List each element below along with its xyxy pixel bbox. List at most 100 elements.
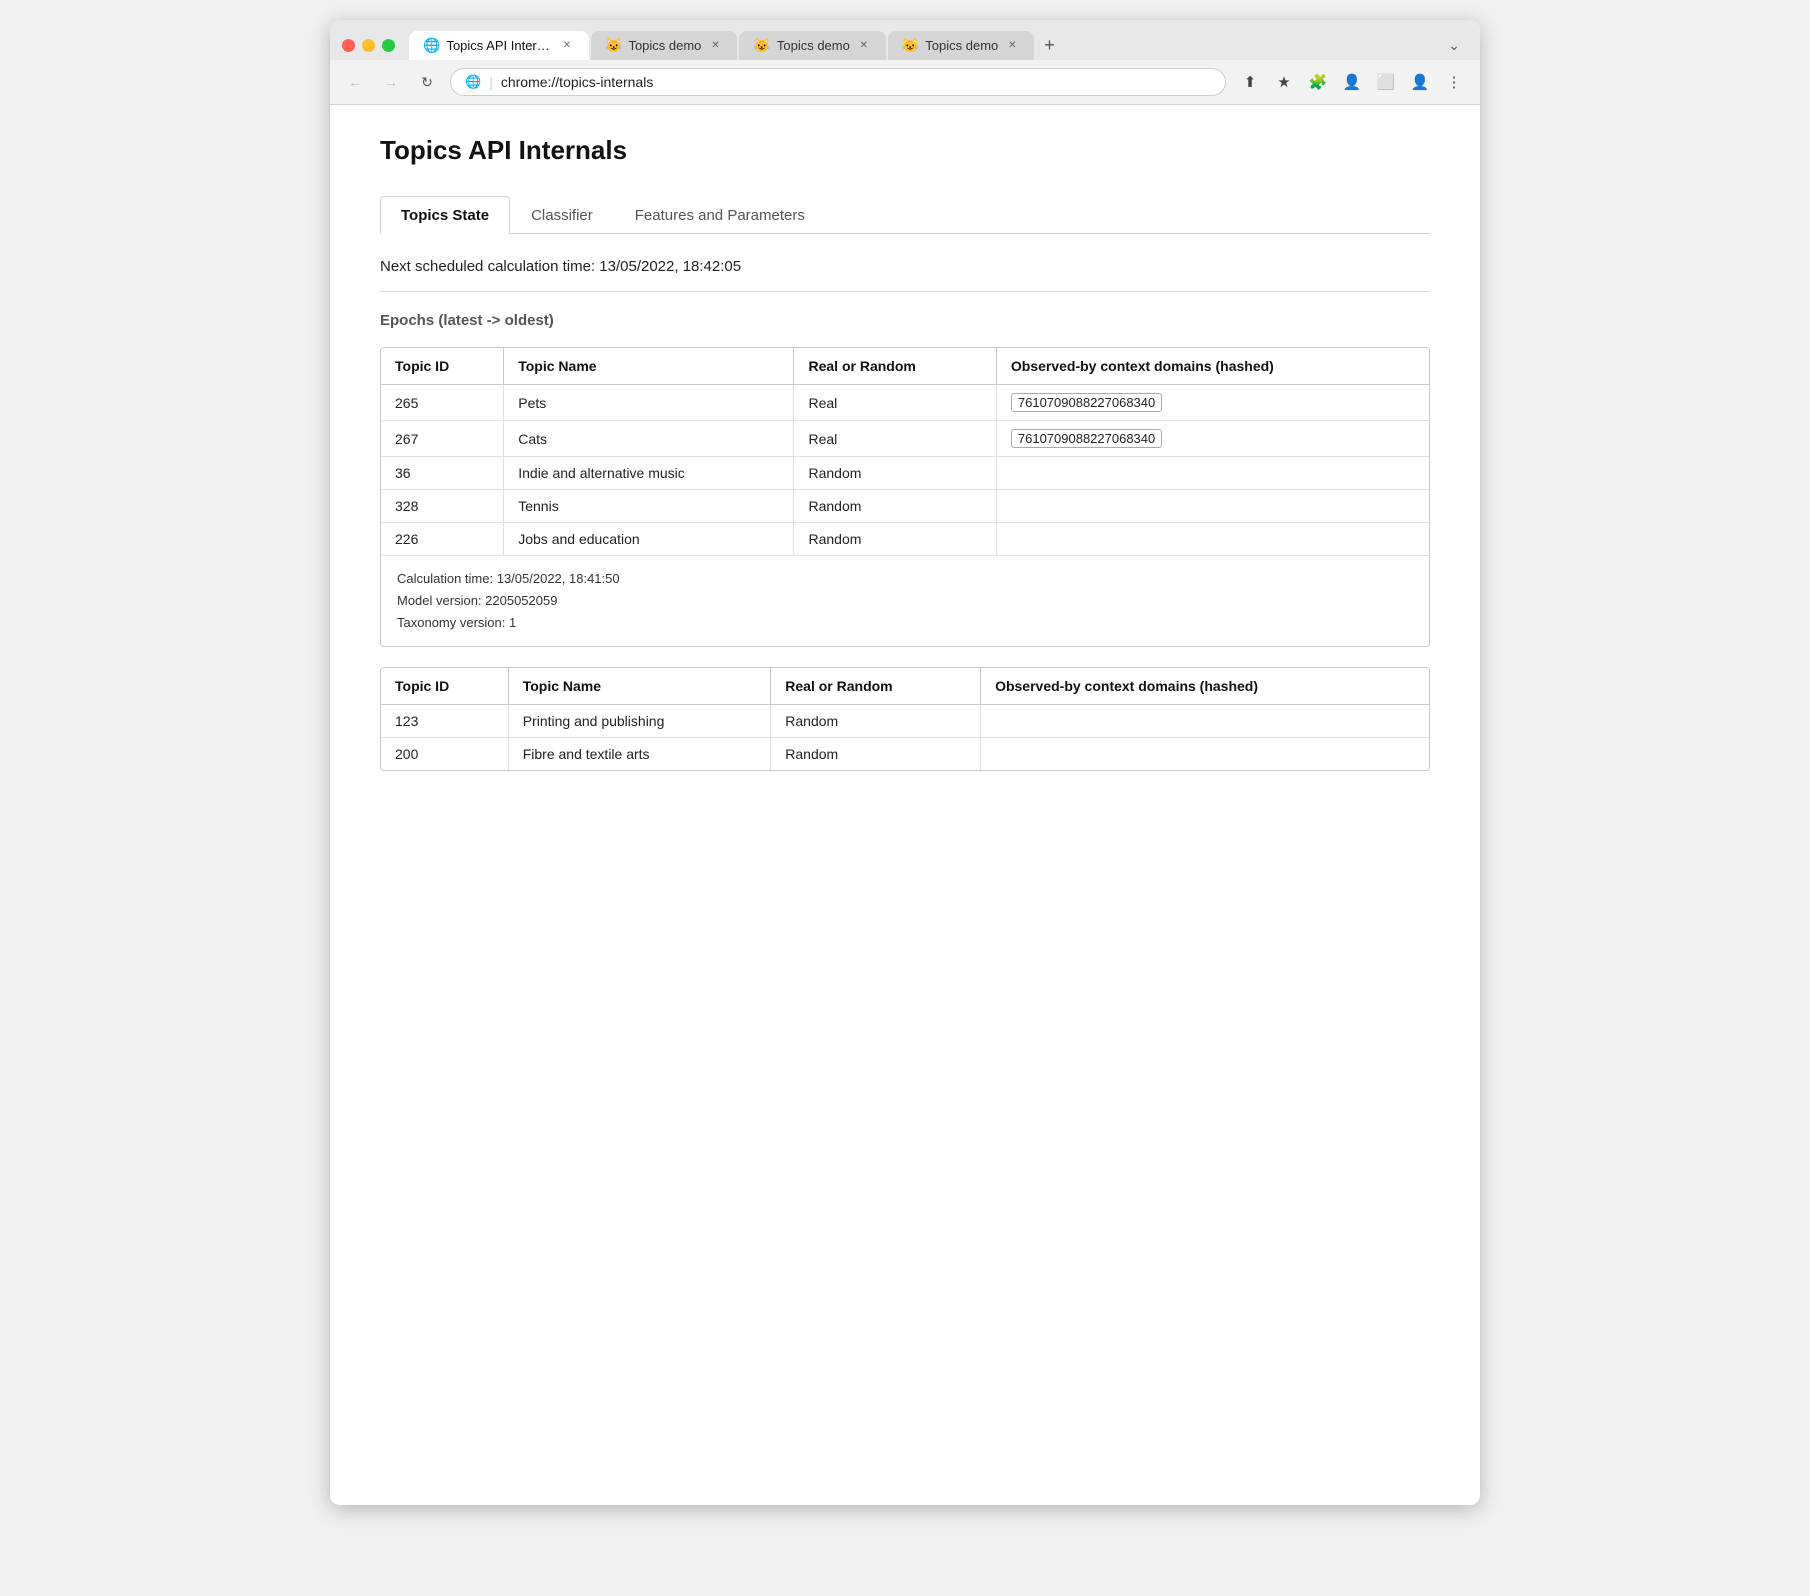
minimize-button[interactable] [362,39,375,52]
cell-domains [996,490,1429,523]
tab-topics-state[interactable]: Topics State [380,196,510,234]
table-row: 328TennisRandom [381,490,1429,523]
table-row: 36Indie and alternative musicRandom [381,457,1429,490]
cell-real-random: Random [794,490,996,523]
cell-topic-name: Printing and publishing [508,705,771,738]
cell-topic-name: Tennis [504,490,794,523]
new-tab-button[interactable]: + [1036,30,1063,60]
forward-button[interactable]: → [378,69,404,95]
tab-3-icon: 😺 [753,37,770,54]
cell-real-random: Random [794,457,996,490]
address-bar-row: ← → ↻ 🌐 | chrome://topics-internals ⬆ ★ … [330,60,1480,105]
address-url: chrome://topics-internals [501,74,1211,90]
tab-2-label: Topics demo [628,38,701,53]
share-icon[interactable]: ⬆ [1236,68,1264,96]
epoch-1-model-version: Model version: 2205052059 [397,590,1413,612]
tab-3-close[interactable]: ✕ [856,38,872,54]
section-divider [380,291,1430,292]
browser-tab-4[interactable]: 😺 Topics demo ✕ [888,31,1034,60]
col-topic-id-1: Topic ID [381,348,504,385]
cell-topic-id: 267 [381,421,504,457]
tab-3-label: Topics demo [777,38,850,53]
reload-button[interactable]: ↻ [414,69,440,95]
tab-4-icon: 😺 [902,37,919,54]
table-row: 200Fibre and textile artsRandom [381,738,1429,771]
cell-topic-name: Jobs and education [504,523,794,556]
tab-2-icon: 😺 [605,37,622,54]
col-real-random-1: Real or Random [794,348,996,385]
address-icon: 🌐 [465,74,481,90]
tabs-bar: 🌐 Topics API Intern… ✕ 😺 Topics demo ✕ 😺… [409,30,1468,60]
tab-1-label: Topics API Intern… [446,38,553,53]
cell-domains: 7610709088227068340 [996,385,1429,421]
cell-domains [981,738,1429,771]
profile-extension-icon[interactable]: 👤 [1338,68,1366,96]
address-bar[interactable]: 🌐 | chrome://topics-internals [450,68,1226,96]
domain-badge: 7610709088227068340 [1011,429,1162,448]
cell-topic-id: 226 [381,523,504,556]
epochs-title: Epochs (latest -> oldest) [380,312,1430,329]
table-row: 267CatsReal7610709088227068340 [381,421,1429,457]
tab-features-params[interactable]: Features and Parameters [614,196,826,234]
col-topic-name-1: Topic Name [504,348,794,385]
col-topic-id-2: Topic ID [381,668,508,705]
sidebar-icon[interactable]: ⬜ [1372,68,1400,96]
tab-list-chevron[interactable]: ⌄ [1440,31,1468,60]
tab-1-close[interactable]: ✕ [559,38,575,54]
epoch-1-table: Topic ID Topic Name Real or Random Obser… [381,348,1429,555]
tab-2-close[interactable]: ✕ [707,38,723,54]
cell-real-random: Real [794,385,996,421]
col-real-random-2: Real or Random [771,668,981,705]
scheduled-time-text: Next scheduled calculation time: 13/05/2… [380,258,1430,275]
cell-real-random: Real [794,421,996,457]
extensions-icon[interactable]: 🧩 [1304,68,1332,96]
col-domains-1: Observed-by context domains (hashed) [996,348,1429,385]
browser-tab-2[interactable]: 😺 Topics demo ✕ [591,31,737,60]
cell-topic-id: 123 [381,705,508,738]
tab-4-label: Topics demo [925,38,998,53]
browser-tab-1[interactable]: 🌐 Topics API Intern… ✕ [409,31,589,60]
bookmark-icon[interactable]: ★ [1270,68,1298,96]
domain-badge: 7610709088227068340 [1011,393,1162,412]
cell-topic-id: 265 [381,385,504,421]
table-header-row: Topic ID Topic Name Real or Random Obser… [381,348,1429,385]
cell-topic-id: 328 [381,490,504,523]
col-topic-name-2: Topic Name [508,668,771,705]
cell-topic-name: Fibre and textile arts [508,738,771,771]
address-separator: | [489,74,493,90]
cell-domains [996,523,1429,556]
table-header-row-2: Topic ID Topic Name Real or Random Obser… [381,668,1429,705]
epoch-1-footer: Calculation time: 13/05/2022, 18:41:50 M… [381,555,1429,646]
table-row: 265PetsReal 7610709088227068340 [381,385,1429,421]
cell-topic-name: Indie and alternative music [504,457,794,490]
table-row: 123Printing and publishingRandom [381,705,1429,738]
epoch-1-taxonomy-version: Taxonomy version: 1 [397,612,1413,634]
cell-domains: 7610709088227068340 [996,421,1429,457]
cell-topic-name: Pets [504,385,794,421]
epoch-block-2: Topic ID Topic Name Real or Random Obser… [380,667,1430,771]
toolbar-icons: ⬆ ★ 🧩 👤 ⬜ 👤 ⋮ [1236,68,1468,96]
back-button[interactable]: ← [342,69,368,95]
browser-window: 🌐 Topics API Intern… ✕ 😺 Topics demo ✕ 😺… [330,20,1480,1505]
browser-tab-3[interactable]: 😺 Topics demo ✕ [739,31,885,60]
tab-4-close[interactable]: ✕ [1004,38,1020,54]
cell-real-random: Random [771,738,981,771]
tab-classifier[interactable]: Classifier [510,196,614,234]
tab-1-icon: 🌐 [423,37,440,54]
epoch-1-calc-time: Calculation time: 13/05/2022, 18:41:50 [397,568,1413,590]
traffic-lights [342,39,395,52]
profile-icon[interactable]: 👤 [1406,68,1434,96]
menu-icon[interactable]: ⋮ [1440,68,1468,96]
close-button[interactable] [342,39,355,52]
page-title: Topics API Internals [380,135,1430,166]
cell-topic-id: 36 [381,457,504,490]
page-content: Topics API Internals Topics State Classi… [330,105,1480,1505]
cell-domains [981,705,1429,738]
table-row: 226Jobs and educationRandom [381,523,1429,556]
title-bar: 🌐 Topics API Intern… ✕ 😺 Topics demo ✕ 😺… [330,20,1480,60]
maximize-button[interactable] [382,39,395,52]
epoch-block-1: Topic ID Topic Name Real or Random Obser… [380,347,1430,647]
cell-real-random: Random [771,705,981,738]
col-domains-2: Observed-by context domains (hashed) [981,668,1429,705]
cell-real-random: Random [794,523,996,556]
